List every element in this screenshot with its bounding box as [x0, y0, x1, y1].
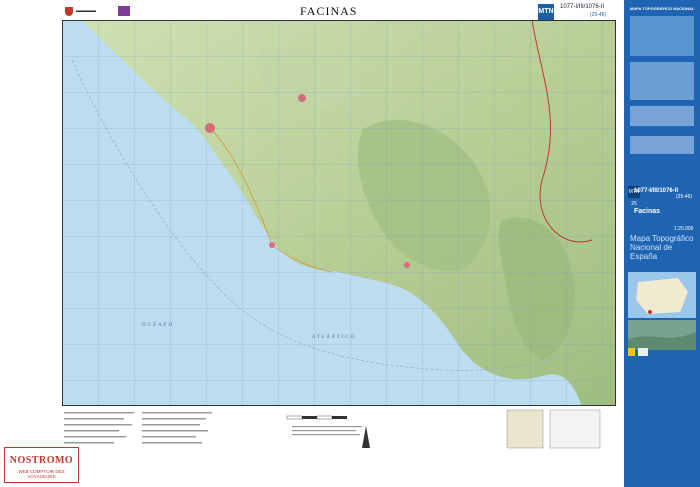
cover-panel: MAPA TOPOGRÁFICO NACIONAL MTN 25 1077-I/…	[624, 0, 700, 487]
cover-scale: 1:25.000	[674, 226, 694, 232]
coat-of-arms-icon	[65, 6, 73, 16]
map-frame[interactable]: OCÉANO ATLÁNTICO	[62, 20, 616, 406]
cover-code: 1077-I/III/1076-II	[634, 188, 679, 194]
cover-logos	[628, 348, 696, 358]
cover-location-map	[628, 272, 696, 318]
map-sheet: ▬▬▬▬ FACINAS MTN 25 1077-I/III/1076-II (…	[0, 0, 700, 487]
coat-of-arms-icon	[628, 348, 635, 356]
ocean-label: OCÉANO	[142, 322, 174, 328]
watermark-tagline: WEB COMPTOIR DES VOYAGEURS	[18, 469, 65, 479]
map-title: FACINAS	[300, 4, 358, 18]
town-marker	[298, 94, 306, 102]
ign-logo-icon	[638, 348, 648, 356]
cover-header: MAPA TOPOGRÁFICO NACIONAL	[630, 6, 695, 11]
ministry-text: ▬▬▬▬	[76, 8, 96, 14]
watermark-brand: NOSTROMO	[9, 455, 74, 466]
cover-series-name: Mapa Topográfico Nacional de España	[630, 234, 694, 261]
town-marker	[404, 262, 410, 268]
sheet-code-sub: (25-46)	[590, 12, 607, 18]
cover-code-sub: (25-46)	[676, 194, 693, 200]
sheet-code: 1077-I/III/1076-II	[560, 4, 605, 10]
sheet-index	[506, 409, 601, 449]
cover-index-maps	[630, 16, 694, 154]
mtn-badge: MTN 25	[538, 4, 554, 31]
cover-photo	[628, 320, 696, 350]
ign-logo-icon	[118, 6, 130, 16]
ocean-label: ATLÁNTICO	[311, 334, 356, 340]
legend-footer	[62, 408, 616, 460]
cover-place: Facinas	[634, 208, 661, 215]
utm-grid	[62, 20, 616, 406]
nostromo-watermark: NOSTROMO WEB COMPTOIR DES VOYAGEURS	[4, 447, 79, 483]
